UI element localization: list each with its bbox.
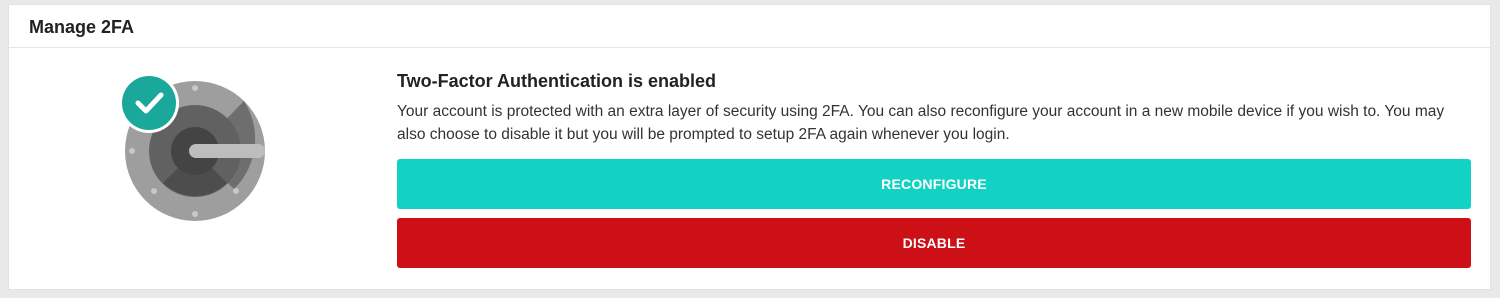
page-title: Manage 2FA (29, 17, 135, 37)
card-header: Manage 2FA (9, 5, 1490, 48)
reconfigure-button[interactable]: RECONFIGURE (397, 159, 1471, 209)
manage-2fa-card: Manage 2FA Two-Factor Authentication is … (8, 4, 1491, 290)
disable-button-label: DISABLE (902, 235, 966, 251)
status-description: Your account is protected with an extra … (397, 103, 1445, 143)
check-circle-icon (119, 73, 179, 133)
reconfigure-button-label: RECONFIGURE (881, 176, 987, 192)
status-heading: Two-Factor Authentication is enabled (397, 71, 717, 91)
google-authenticator-icon (119, 73, 265, 221)
disable-button[interactable]: DISABLE (397, 218, 1471, 268)
authenticator-illustration (109, 71, 269, 221)
2fa-status-section: Two-Factor Authentication is enabled You… (397, 69, 1471, 146)
